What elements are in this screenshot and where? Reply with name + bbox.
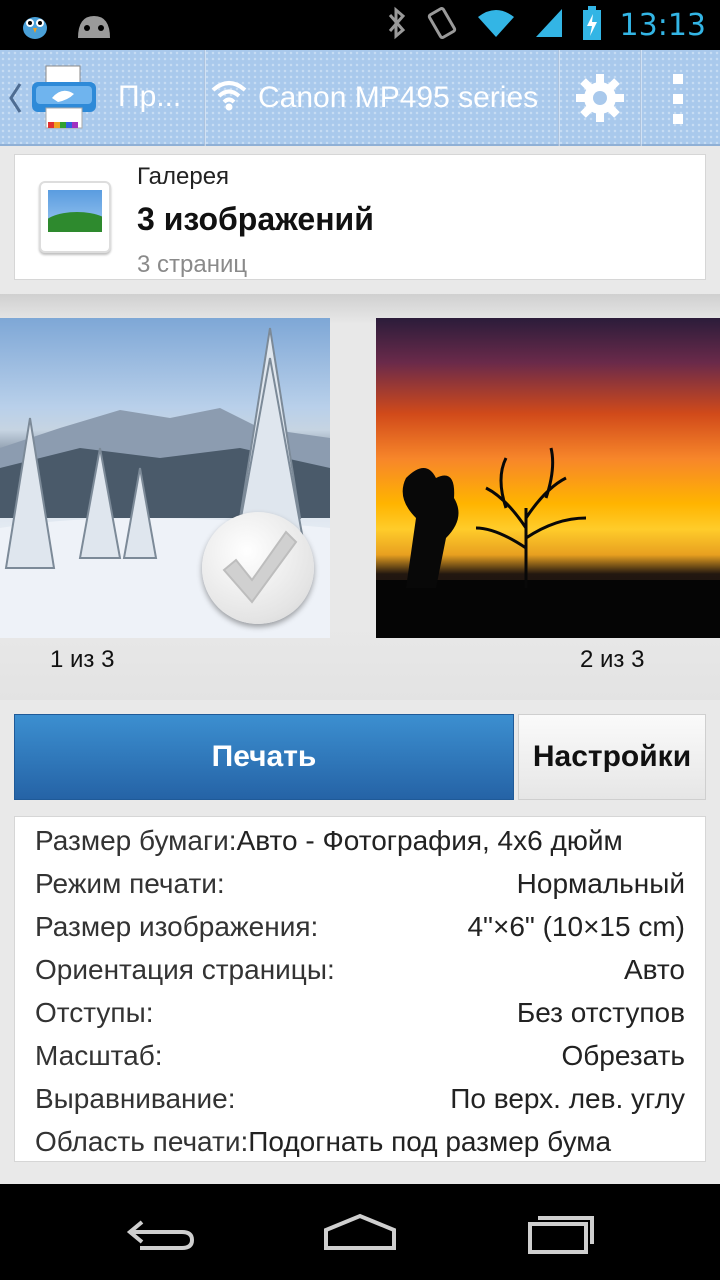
source-label: Галерея [137, 163, 230, 190]
gear-icon[interactable] [574, 72, 626, 124]
android-icon [74, 10, 114, 45]
setting-key: Ориентация страницы: [35, 954, 335, 985]
setting-row-margins: Отступы: Без отступов [35, 997, 685, 1039]
setting-row-paper-size: Размер бумаги:Авто - Фотография, 4x6 дюй… [35, 825, 685, 867]
wifi-icon [476, 7, 516, 44]
setting-row-scale: Масштаб: Обрезать [35, 1040, 685, 1082]
gallery-icon [39, 181, 111, 253]
setting-key: Размер бумаги: [35, 825, 237, 856]
app-title[interactable]: Пр... [118, 80, 181, 114]
selected-check-icon[interactable] [202, 512, 314, 624]
setting-row-print-mode: Режим печати: Нормальный [35, 868, 685, 910]
page-label-2: 2 из 3 [580, 646, 645, 673]
action-bar-divider [640, 50, 642, 146]
setting-key: Отступы: [35, 997, 154, 1028]
signal-icon [534, 7, 564, 44]
page-label-1: 1 из 3 [50, 646, 115, 673]
overflow-menu-icon[interactable] [668, 74, 688, 124]
printer-selector[interactable]: Canon MP495 series [210, 72, 538, 124]
setting-value: Авто - Фотография, 4x6 дюйм [236, 825, 623, 856]
back-icon[interactable] [120, 1202, 200, 1262]
back-chevron-icon[interactable] [8, 82, 22, 122]
setting-value: Обрезать [561, 1040, 685, 1071]
setting-value: 4"×6" (10×15 cm) [467, 911, 685, 942]
status-bar: 13:13 [0, 0, 720, 50]
rotation-icon [426, 6, 458, 45]
action-bar-divider [204, 50, 206, 146]
source-title: 3 изображений [137, 201, 374, 237]
home-icon[interactable] [320, 1202, 400, 1262]
print-button[interactable]: Печать [14, 714, 514, 800]
setting-row-image-size: Размер изображения: 4"×6" (10×15 cm) [35, 911, 685, 953]
status-clock: 13:13 [619, 8, 706, 43]
setting-key: Область печати: [35, 1126, 249, 1157]
setting-key: Размер изображения: [35, 911, 319, 942]
setting-key: Режим печати: [35, 868, 225, 899]
recent-apps-icon[interactable] [520, 1202, 600, 1262]
action-bar-divider [558, 50, 560, 146]
settings-button[interactable]: Настройки [518, 714, 706, 800]
preview-strip[interactable]: 1 из 3 2 из 3 [0, 294, 720, 700]
setting-key: Выравнивание: [35, 1083, 236, 1114]
setting-row-alignment: Выравнивание: По верх. лев. углу [35, 1083, 685, 1125]
setting-row-print-area: Область печати:Подогнать под размер бума [35, 1126, 685, 1161]
battery-charging-icon [582, 6, 602, 45]
setting-value: Нормальный [516, 868, 685, 899]
action-bar: Пр... Canon MP495 series [0, 50, 720, 146]
setting-value: По верх. лев. углу [450, 1083, 685, 1114]
twitter-bird-icon [18, 8, 52, 47]
wifi-icon [210, 77, 248, 119]
app-printer-logo-icon[interactable] [28, 62, 100, 134]
setting-value: Без отступов [516, 997, 685, 1028]
setting-key: Масштаб: [35, 1040, 163, 1071]
settings-summary[interactable]: Размер бумаги:Авто - Фотография, 4x6 дюй… [14, 816, 706, 1162]
setting-row-orientation: Ориентация страницы: Авто [35, 954, 685, 996]
source-subtitle: 3 страниц [137, 251, 248, 278]
setting-value: Подогнать под размер бума [248, 1126, 612, 1157]
bluetooth-icon [386, 6, 408, 45]
source-card[interactable]: Галерея 3 изображений 3 страниц [14, 154, 706, 280]
preview-thumbnail-2[interactable] [376, 318, 720, 638]
navigation-bar [0, 1184, 720, 1280]
printer-name: Canon MP495 series [258, 81, 539, 114]
setting-value: Авто [623, 954, 685, 985]
